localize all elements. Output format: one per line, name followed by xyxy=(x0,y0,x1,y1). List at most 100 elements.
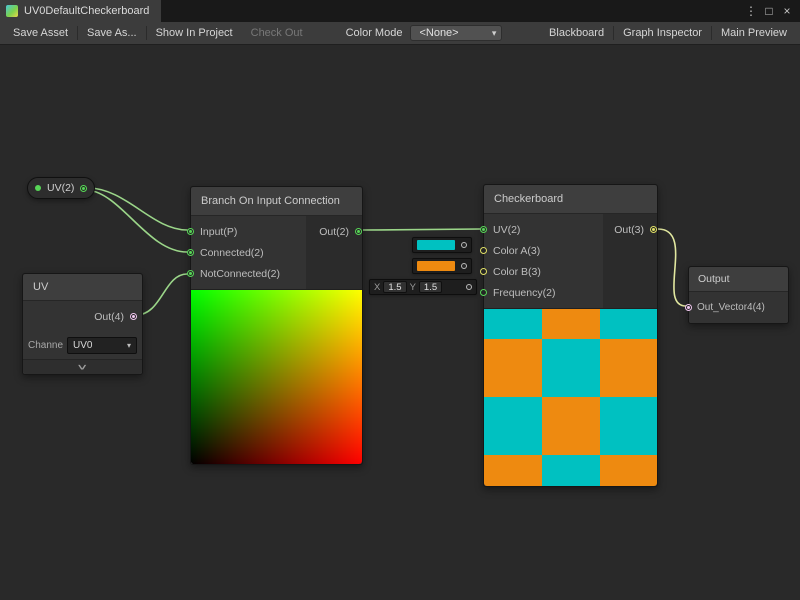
color-a-port[interactable] xyxy=(480,247,487,254)
checkerboard-node-title: Checkerboard xyxy=(494,193,563,205)
branch-on-input-connection-node[interactable]: Branch On Input Connection Input(P) Conn… xyxy=(190,186,363,465)
shader-graph-asset-icon xyxy=(6,5,18,17)
branch-node-body: Input(P) Connected(2) NotConnected(2) Ou… xyxy=(191,216,362,289)
input-p-label: Input(P) xyxy=(200,226,237,238)
edge-uvprop-to-input[interactable] xyxy=(88,188,187,230)
chevron-down-icon: ▾ xyxy=(492,28,497,39)
uv-property-out-port[interactable] xyxy=(80,185,87,192)
port-row-uv: UV(2) xyxy=(484,219,603,240)
color-mode-label: Color Mode xyxy=(338,27,411,39)
save-asset-button[interactable]: Save Asset xyxy=(4,22,77,44)
checkerboard-out-label: Out(3) xyxy=(614,224,644,236)
property-dot-icon xyxy=(35,185,41,191)
branch-node-header[interactable]: Branch On Input Connection xyxy=(191,187,362,216)
branch-input-ports: Input(P) Connected(2) NotConnected(2) xyxy=(191,216,306,289)
port-row-connected: Connected(2) xyxy=(191,242,306,263)
output-node-header[interactable]: Output xyxy=(689,267,788,292)
menu-icon[interactable]: ⋮ xyxy=(742,4,760,18)
color-b-swatch[interactable] xyxy=(417,261,455,271)
window-controls: ⋮ □ × xyxy=(742,0,800,22)
port-row-out: Out(2) xyxy=(306,221,362,242)
tab-uv0defaultcheckerboard[interactable]: UV0DefaultCheckerboard xyxy=(0,0,161,22)
edge-branch-to-checkerboard[interactable] xyxy=(363,229,481,230)
uv-channel-row: Channe UV0 ▾ xyxy=(23,332,142,359)
blackboard-toggle-button[interactable]: Blackboard xyxy=(540,22,613,44)
uv-node-title: UV xyxy=(33,281,48,293)
color-b-widget[interactable] xyxy=(412,258,472,274)
branch-output-ports: Out(2) xyxy=(306,216,362,289)
output-node[interactable]: Output Out_Vector4(4) xyxy=(688,266,789,324)
color-b-port[interactable] xyxy=(480,268,487,275)
toolbar-right-group: Blackboard Graph Inspector Main Preview xyxy=(540,22,796,44)
checkerboard-input-ports: UV(2) Color A(3) Color B(3) Frequency(2) xyxy=(484,214,603,308)
chevron-down-icon: ▾ xyxy=(127,341,131,350)
color-mode-value: <None> xyxy=(419,27,458,39)
uv-out-port-label: Out(4) xyxy=(94,311,124,323)
uv-property-pill-node[interactable]: UV(2) xyxy=(27,177,95,199)
show-in-project-button[interactable]: Show In Project xyxy=(147,22,242,44)
channel-dropdown[interactable]: UV0 ▾ xyxy=(67,337,137,354)
frequency-y-field[interactable]: 1.5 xyxy=(419,281,442,293)
check-out-button: Check Out xyxy=(242,22,312,44)
out-vector4-port[interactable] xyxy=(685,304,692,311)
input-p-port[interactable] xyxy=(187,228,194,235)
checkerboard-node-header[interactable]: Checkerboard xyxy=(484,185,657,214)
port-row-color-a: Color A(3) xyxy=(484,240,603,261)
uv-out-port[interactable] xyxy=(130,313,137,320)
branch-node-preview xyxy=(191,289,362,464)
tab-title: UV0DefaultCheckerboard xyxy=(24,5,149,17)
main-preview-toggle-button[interactable]: Main Preview xyxy=(712,22,796,44)
save-as-button[interactable]: Save As... xyxy=(78,22,146,44)
frequency-widget[interactable]: X 1.5 Y 1.5 xyxy=(369,279,477,295)
branch-out-port[interactable] xyxy=(355,228,362,235)
color-mode-dropdown[interactable]: <None> ▾ xyxy=(410,25,502,41)
color-a-widget[interactable] xyxy=(412,237,472,253)
edge-checkerboard-to-output[interactable] xyxy=(658,229,686,306)
checkerboard-output-ports: Out(3) xyxy=(603,214,657,308)
port-row-notconnected: NotConnected(2) xyxy=(191,263,306,284)
close-icon[interactable]: × xyxy=(778,4,796,18)
checkerboard-node[interactable]: Checkerboard UV(2) Color A(3) Color B(3) xyxy=(483,184,658,487)
edge-uvprop-to-connected[interactable] xyxy=(88,190,187,252)
connected-port[interactable] xyxy=(187,249,194,256)
shader-graph-window: UV0DefaultCheckerboard ⋮ □ × Save Asset … xyxy=(0,0,800,600)
connected-label: Connected(2) xyxy=(200,247,264,259)
checkerboard-out-port[interactable] xyxy=(650,226,657,233)
edge-uvnode-to-notconnected[interactable] xyxy=(136,274,187,315)
port-row-out: Out(3) xyxy=(603,219,657,240)
channel-label: Channe xyxy=(28,340,63,351)
graph-canvas[interactable]: UV(2) UV Out(4) Channe UV0 ▾ ∨ xyxy=(0,45,800,600)
port-row-input: Input(P) xyxy=(191,221,306,242)
frequency-x-field[interactable]: 1.5 xyxy=(383,281,406,293)
port-row-out-vector4: Out_Vector4(4) xyxy=(689,292,788,323)
maximize-icon[interactable]: □ xyxy=(760,4,778,18)
chevron-down-icon: ∨ xyxy=(76,362,89,372)
uv-node-header[interactable]: UV xyxy=(23,274,142,301)
graph-toolbar: Save Asset Save As... Show In Project Ch… xyxy=(0,22,800,45)
uv-out-row: Out(4) xyxy=(23,301,142,332)
out-vector4-label: Out_Vector4(4) xyxy=(697,302,765,313)
checkerboard-node-body: UV(2) Color A(3) Color B(3) Frequency(2) xyxy=(484,214,657,308)
tab-bar: UV0DefaultCheckerboard ⋮ □ × xyxy=(0,0,800,22)
checkerboard-preview xyxy=(484,308,657,486)
frequency-y-label: Y xyxy=(410,282,416,293)
frequency-x-label: X xyxy=(374,282,380,293)
uv-node[interactable]: UV Out(4) Channe UV0 ▾ ∨ xyxy=(22,273,143,375)
widget-connector-dot xyxy=(466,284,472,290)
frequency-label: Frequency(2) xyxy=(493,287,555,299)
color-b-label: Color B(3) xyxy=(493,266,541,278)
widget-connector-dot xyxy=(461,242,467,248)
frequency-port[interactable] xyxy=(480,289,487,296)
port-row-color-b: Color B(3) xyxy=(484,261,603,282)
checkerboard-uv-label: UV(2) xyxy=(493,224,520,236)
checkerboard-uv-port[interactable] xyxy=(480,226,487,233)
color-a-swatch[interactable] xyxy=(417,240,455,250)
graph-inspector-toggle-button[interactable]: Graph Inspector xyxy=(614,22,711,44)
notconnected-label: NotConnected(2) xyxy=(200,268,280,280)
uv-property-label: UV(2) xyxy=(47,182,74,194)
branch-node-title: Branch On Input Connection xyxy=(201,195,340,207)
notconnected-port[interactable] xyxy=(187,270,194,277)
widget-connector-dot xyxy=(461,263,467,269)
port-row-frequency: Frequency(2) xyxy=(484,282,603,303)
collapse-preview-button[interactable]: ∨ xyxy=(23,359,142,374)
